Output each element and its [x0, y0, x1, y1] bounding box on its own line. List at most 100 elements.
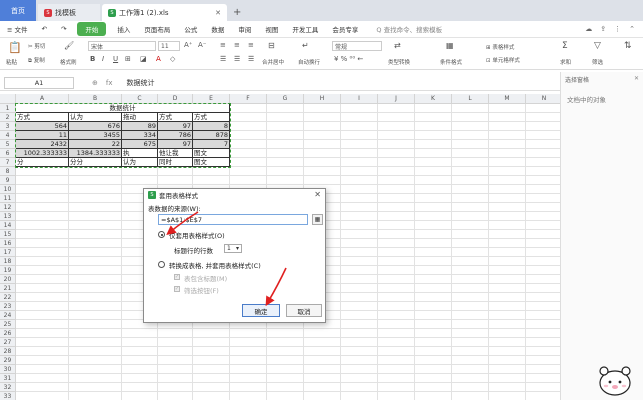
empty-cell[interactable] — [267, 347, 304, 356]
empty-cell[interactable] — [489, 266, 526, 275]
empty-cell[interactable] — [193, 383, 230, 392]
row-header-2[interactable]: 2 — [0, 113, 16, 122]
empty-cell[interactable] — [415, 257, 452, 266]
empty-cell[interactable] — [378, 329, 415, 338]
empty-cell[interactable] — [452, 383, 489, 392]
empty-cell[interactable] — [526, 392, 560, 400]
empty-cell[interactable] — [69, 392, 122, 400]
empty-cell[interactable] — [452, 311, 489, 320]
empty-cell[interactable] — [69, 176, 122, 185]
empty-cell[interactable] — [158, 392, 193, 400]
cell-A4[interactable]: 11 — [16, 131, 69, 140]
empty-cell[interactable] — [378, 239, 415, 248]
empty-cell[interactable] — [16, 329, 69, 338]
row-header-7[interactable]: 7 — [0, 158, 16, 167]
row-header-33[interactable]: 33 — [0, 392, 16, 400]
row-header-30[interactable]: 30 — [0, 365, 16, 374]
col-header-M[interactable]: M — [489, 94, 526, 104]
row-header-11[interactable]: 11 — [0, 194, 16, 203]
empty-cell[interactable] — [267, 176, 304, 185]
empty-cell[interactable] — [526, 248, 560, 257]
tab-template[interactable]: S 找模板 — [38, 4, 100, 21]
empty-cell[interactable] — [193, 329, 230, 338]
cell-E5[interactable]: 7 — [193, 140, 230, 149]
empty-cell[interactable] — [16, 212, 69, 221]
cell-B6[interactable]: 1384.333333 — [69, 149, 122, 158]
empty-cell[interactable] — [452, 257, 489, 266]
empty-cell[interactable] — [489, 275, 526, 284]
empty-cell[interactable] — [452, 176, 489, 185]
empty-cell[interactable] — [415, 167, 452, 176]
empty-cell[interactable] — [158, 383, 193, 392]
empty-cell[interactable] — [526, 329, 560, 338]
empty-cell[interactable] — [122, 356, 158, 365]
cell-C3[interactable]: 89 — [122, 122, 158, 131]
empty-cell[interactable] — [341, 320, 378, 329]
empty-cell[interactable] — [378, 149, 415, 158]
copy-button[interactable]: ⧉ 复制 — [28, 56, 45, 65]
empty-cell[interactable] — [69, 374, 122, 383]
empty-cell[interactable] — [452, 131, 489, 140]
empty-cell[interactable] — [452, 392, 489, 400]
empty-cell[interactable] — [122, 167, 158, 176]
empty-cell[interactable] — [452, 356, 489, 365]
empty-cell[interactable] — [378, 374, 415, 383]
empty-cell[interactable] — [193, 374, 230, 383]
more-icon[interactable]: ⋮ — [614, 25, 621, 33]
align-left-icon[interactable]: ☰ — [220, 55, 226, 63]
empty-cell[interactable] — [304, 140, 341, 149]
font-name-select[interactable]: 宋体 — [88, 41, 156, 51]
row-header-29[interactable]: 29 — [0, 356, 16, 365]
menu-data[interactable]: 数据 — [204, 24, 231, 34]
empty-cell[interactable] — [378, 383, 415, 392]
row-header-20[interactable]: 20 — [0, 275, 16, 284]
empty-cell[interactable] — [230, 365, 267, 374]
cell-C2[interactable]: 拖动 — [122, 113, 158, 122]
empty-cell[interactable] — [489, 158, 526, 167]
menu-page-layout[interactable]: 页面布局 — [137, 24, 177, 34]
empty-cell[interactable] — [526, 122, 560, 131]
empty-cell[interactable] — [489, 392, 526, 400]
ok-button[interactable]: 确定 — [242, 304, 280, 317]
name-box[interactable]: A1 — [4, 77, 74, 89]
collapse-icon[interactable]: ⌃ — [629, 25, 635, 33]
empty-cell[interactable] — [526, 221, 560, 230]
empty-cell[interactable] — [16, 257, 69, 266]
conditional-format-button[interactable]: 条件格式 — [440, 58, 462, 66]
empty-cell[interactable] — [341, 302, 378, 311]
empty-cell[interactable] — [341, 257, 378, 266]
empty-cell[interactable] — [193, 338, 230, 347]
tab-home[interactable]: 首页 — [0, 0, 36, 21]
col-header-A[interactable]: A — [16, 94, 69, 104]
undo-icon[interactable]: ↶ — [35, 25, 54, 33]
empty-cell[interactable] — [415, 266, 452, 275]
empty-cell[interactable] — [415, 275, 452, 284]
empty-cell[interactable] — [16, 221, 69, 230]
empty-cell[interactable] — [378, 338, 415, 347]
empty-cell[interactable] — [267, 122, 304, 131]
underline-icon[interactable]: U — [113, 55, 118, 63]
empty-cell[interactable] — [16, 392, 69, 400]
empty-cell[interactable] — [526, 257, 560, 266]
empty-cell[interactable] — [452, 167, 489, 176]
row-header-26[interactable]: 26 — [0, 329, 16, 338]
empty-cell[interactable] — [489, 203, 526, 212]
new-tab-button[interactable]: + — [233, 4, 241, 21]
empty-cell[interactable] — [69, 356, 122, 365]
empty-cell[interactable] — [452, 185, 489, 194]
empty-cell[interactable] — [526, 356, 560, 365]
empty-cell[interactable] — [267, 158, 304, 167]
menu-start[interactable]: 开始 — [77, 22, 107, 36]
empty-cell[interactable] — [378, 158, 415, 167]
row-header-23[interactable]: 23 — [0, 302, 16, 311]
cancel-button[interactable]: 取消 — [286, 304, 322, 317]
font-color-icon[interactable]: A — [156, 55, 161, 63]
menu-view[interactable]: 视图 — [258, 24, 285, 34]
empty-cell[interactable] — [69, 266, 122, 275]
empty-cell[interactable] — [378, 311, 415, 320]
empty-cell[interactable] — [489, 338, 526, 347]
empty-cell[interactable] — [452, 320, 489, 329]
cell-E2[interactable]: 方式 — [193, 113, 230, 122]
empty-cell[interactable] — [230, 131, 267, 140]
empty-cell[interactable] — [230, 140, 267, 149]
